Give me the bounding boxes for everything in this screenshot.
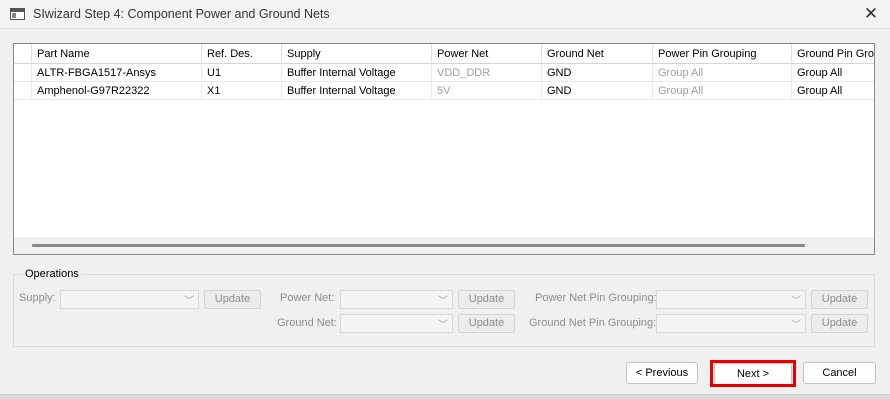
column-header-supply[interactable]: Supply (282, 44, 432, 64)
cell-ground-net[interactable]: GND (542, 65, 653, 82)
power-net-dropdown[interactable]: ﹀ (340, 290, 453, 309)
chevron-down-icon: ﹀ (438, 320, 448, 331)
cell-power-net[interactable]: 5V (432, 83, 542, 100)
column-header-power-net[interactable]: Power Net (432, 44, 542, 64)
chevron-down-icon: ﹀ (438, 296, 448, 307)
window-title: SIwizard Step 4: Component Power and Gro… (33, 7, 330, 21)
table-row[interactable]: Amphenol-G97R22322 X1 Buffer Internal Vo… (14, 83, 874, 100)
next-button-highlight (710, 360, 796, 387)
previous-button[interactable]: < Previous (626, 362, 698, 384)
ground-net-dropdown[interactable]: ﹀ (340, 314, 453, 333)
ground-pin-update-button[interactable]: Update (811, 314, 868, 333)
taskbar-strip (0, 394, 890, 399)
cell-ref-des[interactable]: X1 (202, 83, 282, 100)
column-header-ground-net[interactable]: Ground Net (542, 44, 653, 64)
operations-legend: Operations (23, 268, 81, 280)
operations-group (13, 274, 875, 347)
ground-net-pin-grouping-dropdown[interactable]: ﹀ (656, 314, 806, 333)
cell-supply[interactable]: Buffer Internal Voltage (282, 83, 432, 100)
power-net-update-button[interactable]: Update (458, 290, 515, 309)
cell-part-name[interactable]: Amphenol-G97R22322 (32, 83, 202, 100)
row-header-corner (14, 44, 32, 64)
cell-power-pin-grouping[interactable]: Group All (653, 83, 792, 100)
cell-supply[interactable]: Buffer Internal Voltage (282, 65, 432, 82)
column-header-power-pin-grouping[interactable]: Power Pin Grouping (653, 44, 792, 64)
app-window-icon (10, 8, 25, 20)
column-header-part-name[interactable]: Part Name (32, 44, 202, 64)
cell-power-pin-grouping[interactable]: Group All (653, 65, 792, 82)
cell-power-net[interactable]: VDD_DDR (432, 65, 542, 82)
supply-dropdown[interactable]: ﹀ (60, 290, 199, 309)
ground-net-pin-grouping-label: Ground Net Pin Grouping: (529, 317, 657, 329)
ground-net-label: Ground Net: (277, 317, 337, 329)
power-net-label: Power Net: (280, 292, 335, 304)
ground-net-update-button[interactable]: Update (458, 314, 515, 333)
chevron-down-icon: ﹀ (791, 296, 801, 307)
cell-part-name[interactable]: ALTR-FBGA1517-Ansys (32, 65, 202, 82)
row-header[interactable] (14, 83, 32, 100)
scrollbar-thumb[interactable] (32, 244, 805, 247)
row-header[interactable] (14, 65, 32, 82)
power-net-pin-grouping-dropdown[interactable]: ﹀ (656, 290, 806, 309)
chevron-down-icon: ﹀ (184, 296, 194, 307)
column-header-ground-pin-grouping[interactable]: Ground Pin Grou (792, 44, 874, 64)
column-header-ref-des[interactable]: Ref. Des. (202, 44, 282, 64)
title-bar: SIwizard Step 4: Component Power and Gro… (0, 0, 890, 29)
power-net-pin-grouping-label: Power Net Pin Grouping: (535, 292, 657, 304)
component-grid[interactable]: Part Name Ref. Des. Supply Power Net Gro… (13, 43, 875, 255)
power-pin-update-button[interactable]: Update (811, 290, 868, 309)
cell-ground-pin-grouping[interactable]: Group All (792, 65, 874, 82)
horizontal-scrollbar[interactable] (14, 237, 874, 254)
supply-update-button[interactable]: Update (204, 290, 261, 309)
table-row[interactable]: ALTR-FBGA1517-Ansys U1 Buffer Internal V… (14, 65, 874, 82)
cancel-button[interactable]: Cancel (803, 362, 876, 384)
supply-label: Supply: (19, 292, 56, 304)
close-icon[interactable]: ✕ (860, 3, 882, 25)
cell-ground-pin-grouping[interactable]: Group All (792, 83, 874, 100)
cell-ground-net[interactable]: GND (542, 83, 653, 100)
grid-header: Part Name Ref. Des. Supply Power Net Gro… (14, 44, 874, 64)
cell-ref-des[interactable]: U1 (202, 65, 282, 82)
chevron-down-icon: ﹀ (791, 320, 801, 331)
